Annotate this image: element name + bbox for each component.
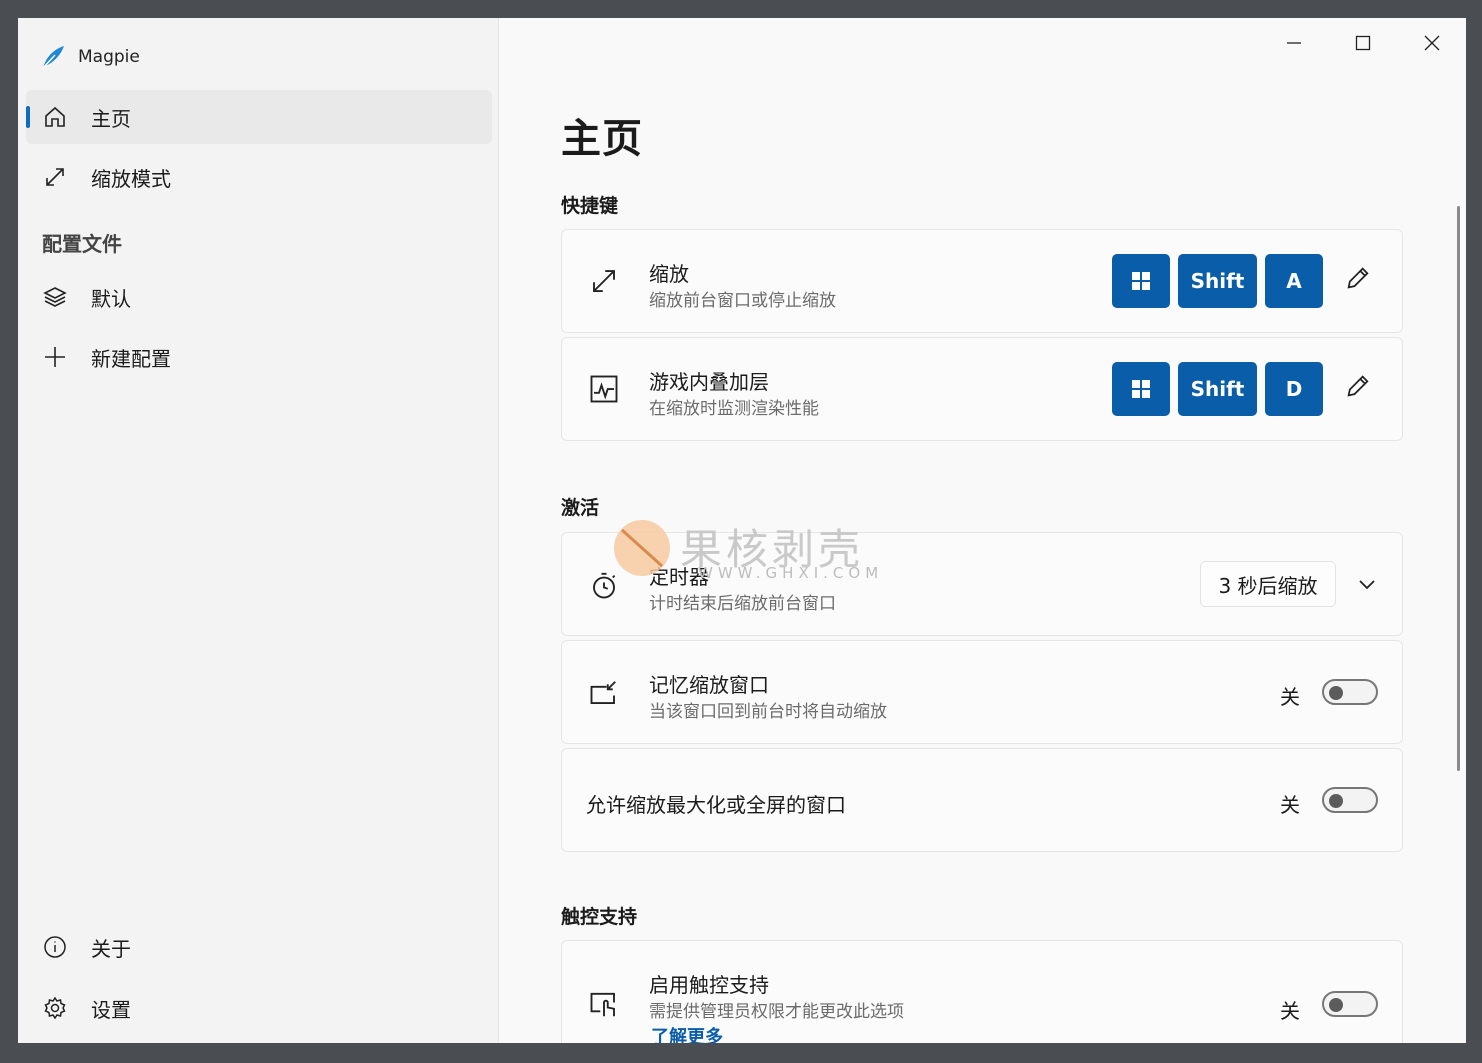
sidebar-item-new-profile[interactable]: 新建配置 <box>26 330 492 384</box>
sidebar-item-scaling-modes[interactable]: 缩放模式 <box>26 150 492 204</box>
section-heading-shortcuts: 快捷键 <box>561 195 619 217</box>
watermark-logo-icon <box>614 520 670 576</box>
layers-icon <box>42 284 68 310</box>
resize-icon <box>586 263 622 299</box>
info-icon <box>42 934 68 960</box>
magpie-logo-icon <box>42 46 64 69</box>
windows-icon <box>1132 380 1150 398</box>
sidebar-item-label: 新建配置 <box>91 346 171 371</box>
app-window: Magpie 主页 缩放模式 配置文件 默认 新建配置 关于 设置 主页 快捷键… <box>18 18 1466 1043</box>
key-letter[interactable]: D <box>1265 362 1323 416</box>
windows-icon <box>1132 272 1150 290</box>
plus-icon <box>42 344 68 370</box>
toggle-state-label: 关 <box>1280 793 1300 817</box>
selection-indicator <box>26 106 30 128</box>
page-title: 主页 <box>561 116 643 162</box>
sidebar-item-label: 主页 <box>91 106 131 131</box>
sidebar-item-label: 关于 <box>91 936 131 961</box>
card-title: 启用触控支持 <box>649 973 769 997</box>
toggle-knob <box>1329 686 1343 700</box>
section-heading-activation: 激活 <box>561 497 600 519</box>
allow-maximized-toggle[interactable] <box>1322 787 1378 813</box>
sidebar-item-label: 缩放模式 <box>91 166 171 191</box>
gear-icon <box>42 995 68 1021</box>
card-title: 缩放 <box>649 262 689 286</box>
resize-icon <box>42 164 68 190</box>
app-title: Magpie <box>40 44 140 70</box>
key-shift[interactable]: Shift <box>1178 254 1257 308</box>
timer-select[interactable]: 3 秒后缩放 <box>1200 561 1336 607</box>
watermark-url: WWW.GHXI.COM <box>698 564 884 582</box>
card-subtitle: 计时结束后缩放前台窗口 <box>649 594 836 614</box>
sidebar-item-label: 默认 <box>91 286 131 311</box>
edit-shortcut-button[interactable] <box>1344 372 1372 400</box>
sidebar-item-home[interactable]: 主页 <box>26 90 492 144</box>
toggle-state-label: 关 <box>1280 999 1300 1023</box>
shortcut-card-scale: 缩放 缩放前台窗口或停止缩放 Shift A <box>561 229 1403 333</box>
sidebar-item-about[interactable]: 关于 <box>26 920 492 974</box>
card-subtitle: 当该窗口回到前台时将自动缩放 <box>649 702 887 722</box>
card-title: 记忆缩放窗口 <box>649 673 769 697</box>
setting-card-touch: 启用触控支持 需提供管理员权限才能更改此选项 了解更多 关 <box>561 940 1403 1043</box>
toggle-knob <box>1329 998 1343 1012</box>
pencil-icon <box>1347 267 1369 289</box>
performance-graph-icon <box>586 371 622 407</box>
card-title: 游戏内叠加层 <box>649 370 769 394</box>
sidebar-item-label: 设置 <box>91 997 131 1022</box>
shortcut-card-overlay: 游戏内叠加层 在缩放时监测渲染性能 Shift D <box>561 337 1403 441</box>
sidebar-item-settings[interactable]: 设置 <box>26 981 492 1035</box>
toggle-knob <box>1329 794 1343 808</box>
touch-icon <box>586 987 622 1023</box>
learn-more-link[interactable]: 了解更多 <box>651 1023 723 1043</box>
edit-shortcut-button[interactable] <box>1344 264 1372 292</box>
app-title-label: Magpie <box>78 47 140 67</box>
toggle-state-label: 关 <box>1280 685 1300 709</box>
setting-card-allow-maximized: 允许缩放最大化或全屏的窗口 关 <box>561 748 1403 852</box>
key-win[interactable] <box>1112 254 1170 308</box>
card-subtitle: 缩放前台窗口或停止缩放 <box>649 291 836 311</box>
remember-toggle[interactable] <box>1322 679 1378 705</box>
sidebar: Magpie 主页 缩放模式 配置文件 默认 新建配置 关于 设置 <box>18 18 499 1043</box>
chevron-down-icon[interactable] <box>1356 573 1378 595</box>
setting-card-remember: 记忆缩放窗口 当该窗口回到前台时将自动缩放 关 <box>561 640 1403 744</box>
key-win[interactable] <box>1112 362 1170 416</box>
card-subtitle: 在缩放时监测渲染性能 <box>649 399 819 419</box>
pencil-icon <box>1347 375 1369 397</box>
key-letter[interactable]: A <box>1265 254 1323 308</box>
card-title: 允许缩放最大化或全屏的窗口 <box>586 793 846 817</box>
section-heading-touch: 触控支持 <box>561 906 638 928</box>
card-subtitle: 需提供管理员权限才能更改此选项 <box>649 1002 904 1022</box>
sidebar-section-profiles: 配置文件 <box>42 232 122 256</box>
home-icon <box>42 104 68 130</box>
key-shift[interactable]: Shift <box>1178 362 1257 416</box>
touch-toggle[interactable] <box>1322 991 1378 1017</box>
sidebar-item-default-profile[interactable]: 默认 <box>26 270 492 324</box>
window-arrow-icon <box>586 675 622 711</box>
scrollbar[interactable] <box>1457 206 1460 771</box>
